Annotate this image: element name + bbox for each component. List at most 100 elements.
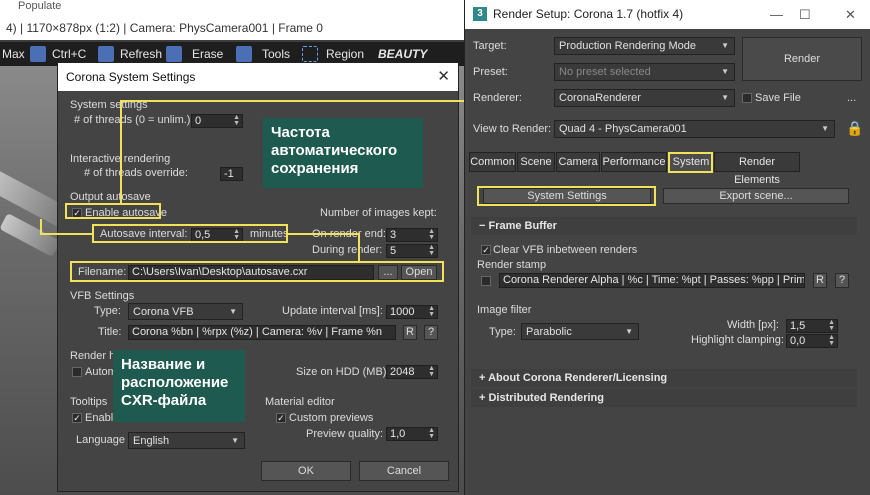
render-stamp-checkbox[interactable]	[481, 276, 491, 286]
highlight-clamping-input[interactable]: 0,0 ▲ ▼	[786, 334, 838, 348]
vfb-title-value: Corona %bn | %rpx (%z) | Camera: %v | Fr…	[132, 326, 383, 338]
open-button[interactable]: Open	[401, 265, 437, 280]
width-value: 1,5	[790, 320, 806, 332]
chevron-down-icon: ▼	[625, 327, 633, 336]
erase-icon	[166, 46, 182, 62]
threads-input[interactable]: 0 ▲ ▼	[191, 114, 243, 128]
tab-system[interactable]: System	[669, 152, 713, 172]
more-button[interactable]: ...	[847, 92, 856, 104]
render-setup-window: Render Setup: Corona 1.7 (hotfix 4) 3 — …	[464, 0, 870, 495]
target-select[interactable]: Production Rendering Mode ▼	[554, 37, 735, 55]
width-label: Width [px]:	[727, 319, 779, 331]
update-interval-value: 1000	[390, 306, 415, 318]
tab-performance[interactable]: Performance	[601, 152, 667, 172]
on-render-end-input[interactable]: 3 ▲ ▼	[386, 228, 438, 242]
erase-button[interactable]: Erase	[192, 46, 223, 62]
language-select[interactable]: English ▼	[128, 432, 245, 449]
r-button[interactable]: R	[403, 325, 417, 340]
update-interval-input[interactable]: 1000 ▲ ▼	[386, 305, 438, 319]
beauty-selector[interactable]: BEAUTY	[378, 46, 427, 62]
filter-type-select[interactable]: Parabolic ▼	[521, 323, 639, 340]
tooltips-section-label: Tooltips	[70, 396, 108, 408]
width-input[interactable]: 1,5 ▲ ▼	[786, 319, 838, 333]
threads-override-label: # of threads override:	[84, 167, 188, 179]
about-rollout[interactable]: + About Corona Renderer/Licensing	[471, 369, 857, 387]
render-button[interactable]: Render	[742, 37, 862, 81]
size-hdd-value: 2048	[390, 366, 415, 378]
connector-line	[40, 233, 92, 235]
max-logo-icon: 3	[473, 7, 487, 21]
region-icon	[302, 46, 318, 62]
chevron-down-icon: ▼	[721, 93, 729, 102]
close-icon[interactable]: ✕	[845, 0, 856, 29]
distributed-rollout[interactable]: + Distributed Rendering	[471, 389, 857, 407]
distributed-label: Distributed Rendering	[488, 392, 604, 404]
preset-label: Preset:	[473, 66, 508, 78]
preset-select[interactable]: No preset selected ▼	[554, 63, 735, 81]
preset-value: No preset selected	[559, 66, 651, 78]
renderer-select[interactable]: CoronaRenderer ▼	[554, 89, 735, 107]
minimize-icon[interactable]: —	[770, 0, 783, 29]
filename-input[interactable]: C:\Users\Ivan\Desktop\autosave.cxr	[128, 265, 374, 280]
browse-button[interactable]: ...	[378, 265, 398, 280]
enable-tooltips-checkbox[interactable]: ✓	[72, 413, 82, 423]
frame-buffer-rollout[interactable]: − Frame Buffer	[471, 217, 857, 235]
dialog-title: Corona System Settings	[58, 63, 458, 91]
image-filter-label: Image filter	[477, 304, 532, 316]
tab-scene[interactable]: Scene	[517, 152, 555, 172]
render-history-section-label: Render hi	[70, 350, 118, 362]
tools-button[interactable]: Tools	[262, 46, 290, 62]
system-settings-button[interactable]: System Settings	[483, 188, 651, 204]
filter-type-value: Parabolic	[526, 326, 572, 338]
help-button[interactable]: ?	[424, 325, 438, 340]
autom-checkbox[interactable]	[72, 367, 82, 377]
ctrl-c-button[interactable]: Ctrl+C	[52, 46, 86, 62]
max-button[interactable]: Max	[2, 46, 25, 62]
vfb-section-label: VFB Settings	[70, 290, 135, 302]
ok-button[interactable]: OK	[261, 461, 351, 481]
cancel-button[interactable]: Cancel	[359, 461, 449, 481]
tab-camera[interactable]: Camera	[556, 152, 600, 172]
enable-autosave-checkbox[interactable]: ✓	[72, 208, 82, 218]
maximize-icon[interactable]: ☐	[799, 0, 811, 29]
threads-value: 0	[195, 115, 202, 127]
type-label: Type:	[94, 305, 121, 317]
renderer-value: CoronaRenderer	[559, 92, 641, 104]
stamp-r-button[interactable]: R	[813, 273, 827, 288]
spinner-icon[interactable]: ▲ ▼	[428, 229, 435, 241]
tab-common[interactable]: Common	[469, 152, 516, 172]
lock-icon[interactable]: 🔒	[846, 120, 863, 137]
refresh-button[interactable]: Refresh	[120, 46, 162, 62]
autosave-interval-input[interactable]: 0,5 ▲ ▼	[191, 228, 243, 242]
spinner-icon[interactable]: ▲ ▼	[233, 115, 240, 127]
during-render-input[interactable]: 5 ▲ ▼	[386, 244, 438, 258]
spinner-icon[interactable]: ▲ ▼	[428, 306, 435, 318]
stamp-help-button[interactable]: ?	[835, 273, 849, 288]
export-scene-button[interactable]: Export scene...	[663, 188, 849, 204]
chevron-down-icon: ▼	[229, 307, 237, 316]
spinner-icon[interactable]: ▲ ▼	[233, 229, 240, 241]
render-stamp-input[interactable]: Corona Renderer Alpha | %c | Time: %pt |…	[499, 273, 805, 288]
tab-render-elements[interactable]: Render Elements	[714, 152, 800, 186]
save-file-checkbox[interactable]	[742, 93, 752, 103]
spinner-icon[interactable]: ▲ ▼	[828, 320, 835, 332]
vfb-type-select[interactable]: Corona VFB ▼	[128, 303, 243, 320]
threads-label: # of threads (0 = unlim.):	[74, 114, 194, 126]
threads-override-input[interactable]: -1	[220, 167, 243, 181]
preview-quality-input[interactable]: 1,0 ▲ ▼	[386, 427, 438, 441]
populate-label: Populate	[18, 0, 62, 12]
spinner-icon[interactable]: ▲ ▼	[428, 428, 435, 440]
autosave-interval-label: Autosave interval:	[100, 228, 188, 240]
spinner-icon[interactable]: ▲ ▼	[428, 245, 435, 257]
view-value: Quad 4 - PhysCamera001	[559, 123, 687, 135]
region-button[interactable]: Region	[326, 46, 364, 62]
spinner-icon[interactable]: ▲ ▼	[828, 335, 835, 347]
threads-override-value: -1	[224, 168, 234, 180]
spinner-icon[interactable]: ▲ ▼	[428, 366, 435, 378]
close-icon[interactable]: ✕	[437, 68, 450, 86]
custom-previews-checkbox[interactable]: ✓	[276, 413, 286, 423]
vfb-title-input[interactable]: Corona %bn | %rpx (%z) | Camera: %v | Fr…	[128, 325, 396, 340]
size-hdd-input[interactable]: 2048 ▲ ▼	[386, 365, 438, 379]
view-select[interactable]: Quad 4 - PhysCamera001 ▼	[554, 120, 835, 138]
clear-vfb-checkbox[interactable]: ✓	[481, 245, 491, 255]
